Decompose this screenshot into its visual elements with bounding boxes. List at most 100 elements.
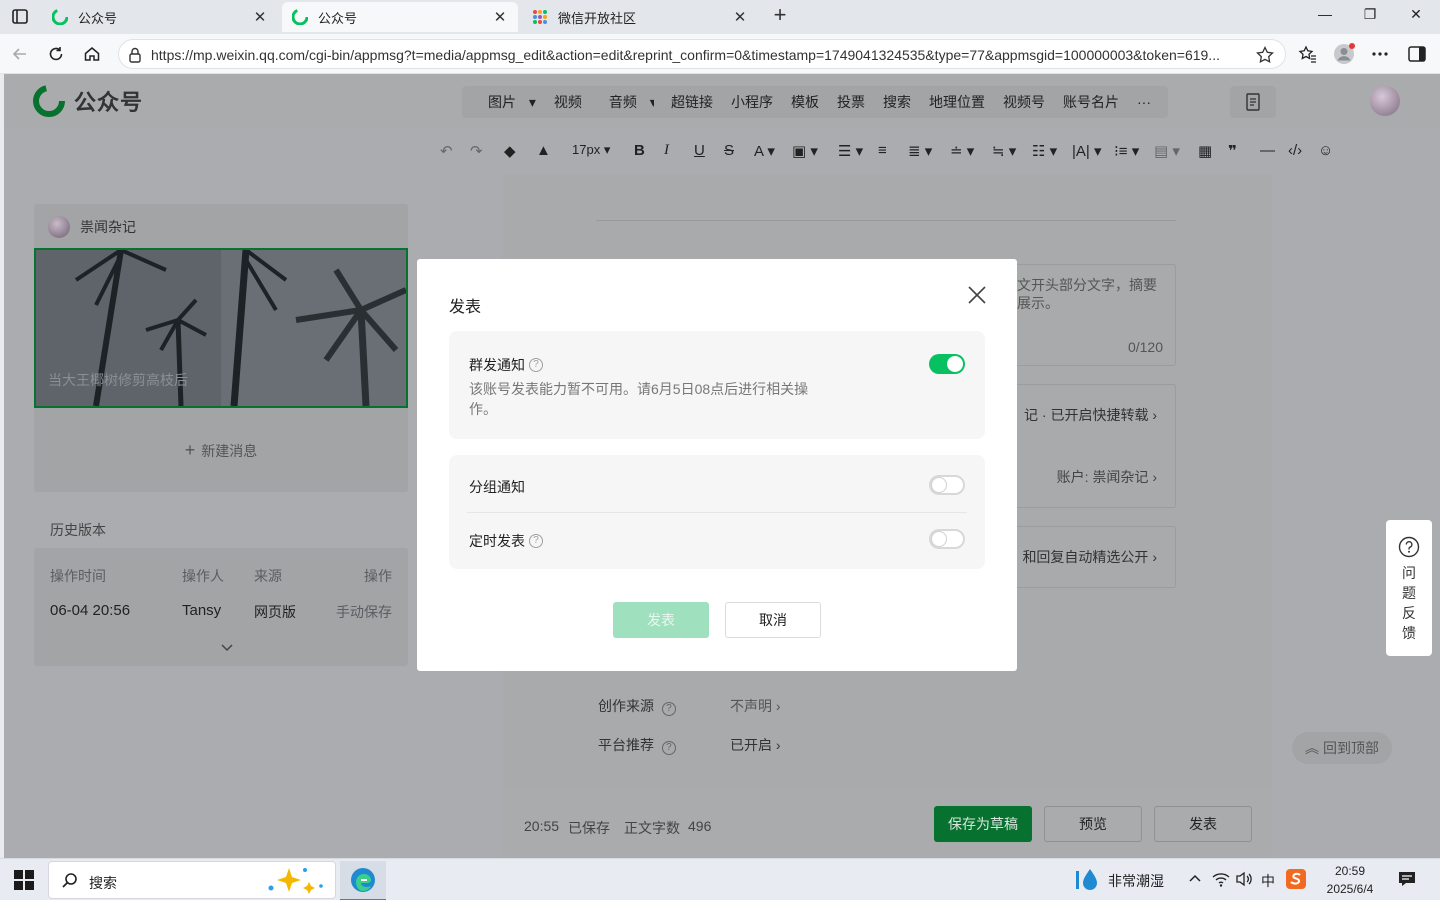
- underline-icon[interactable]: U: [694, 142, 705, 160]
- help-icon[interactable]: ?: [529, 358, 543, 372]
- close-tab-icon[interactable]: ✕: [252, 8, 268, 26]
- taskbar-clock[interactable]: 20:59 2025/6/4: [1318, 862, 1382, 898]
- paragraph-before-icon[interactable]: ≐ ▾: [950, 142, 974, 160]
- font-color-icon[interactable]: A ▾: [754, 142, 775, 160]
- quote-block-icon[interactable]: ▤ ▾: [1154, 142, 1180, 160]
- menu-audio[interactable]: 音频 ▾: [600, 92, 657, 112]
- feedback-char-4: 馈: [1402, 625, 1416, 641]
- menu-video[interactable]: 视频: [554, 92, 582, 112]
- reprint-setting[interactable]: 记 · 已开启快捷转载 ›: [1024, 405, 1157, 425]
- emoji-icon[interactable]: ☺: [1318, 142, 1333, 160]
- menu-hyperlink[interactable]: 超链接: [671, 92, 713, 112]
- article-cover[interactable]: 当大王椰树修剪高枝后: [34, 248, 408, 408]
- wifi-icon[interactable]: [1212, 871, 1230, 890]
- redo-icon[interactable]: ↷: [470, 142, 483, 160]
- dialog-cancel-button[interactable]: 取消: [725, 602, 821, 638]
- comment-setting[interactable]: 和回复自动精选公开 ›: [1022, 547, 1157, 567]
- back-to-top-button[interactable]: ︽ 回到顶部: [1292, 732, 1392, 764]
- edge-taskbar-icon[interactable]: [340, 861, 386, 900]
- align-icon[interactable]: ☰ ▾: [838, 142, 863, 160]
- address-bar[interactable]: https://mp.weixin.qq.com/cgi-bin/appmsg?…: [118, 39, 1286, 69]
- home-icon[interactable]: [80, 42, 104, 66]
- back-icon[interactable]: [8, 42, 32, 66]
- table-icon[interactable]: ▦: [1198, 142, 1212, 160]
- line-height-icon[interactable]: ☷ ▾: [1032, 142, 1057, 160]
- favorite-star-icon[interactable]: [1255, 45, 1275, 65]
- lock-icon[interactable]: [127, 46, 143, 64]
- source-value[interactable]: 不声明 ›: [730, 696, 781, 716]
- group-notify-switch[interactable]: [929, 475, 965, 495]
- restore-icon[interactable]: ❐: [1358, 6, 1382, 26]
- list-icon[interactable]: ⁝≡ ▾: [1114, 142, 1139, 160]
- notification-icon[interactable]: [1398, 870, 1416, 891]
- taskbar-search[interactable]: 搜索: [48, 861, 336, 899]
- mass-notify-switch[interactable]: [929, 354, 965, 374]
- account-setting[interactable]: 账户: 祟闻杂记 ›: [1057, 467, 1157, 487]
- clock-time: 20:59: [1334, 864, 1366, 878]
- windows-start-icon[interactable]: [14, 870, 34, 895]
- scheduled-switch[interactable]: [929, 529, 965, 549]
- volume-icon[interactable]: [1235, 871, 1253, 890]
- menu-channels[interactable]: 视频号: [1003, 92, 1045, 112]
- browser-tab-2[interactable]: 公众号 ✕: [282, 2, 518, 32]
- clock-date: 2025/6/4: [1326, 882, 1374, 896]
- menu-miniprogram[interactable]: 小程序: [731, 92, 773, 112]
- paragraph-after-icon[interactable]: ≒ ▾: [992, 142, 1016, 160]
- tab-actions-icon[interactable]: [8, 6, 32, 28]
- close-window-icon[interactable]: ✕: [1404, 6, 1428, 26]
- letter-spacing-icon[interactable]: |A| ▾: [1072, 142, 1102, 160]
- menu-more[interactable]: ···: [1137, 94, 1151, 110]
- spacing-icon[interactable]: ≣ ▾: [908, 142, 932, 160]
- tray-chevron-icon[interactable]: [1188, 871, 1202, 888]
- user-avatar[interactable]: [1370, 86, 1400, 116]
- background-color-icon[interactable]: ▣ ▾: [792, 142, 818, 160]
- font-size-select[interactable]: 17px ▾: [572, 142, 610, 160]
- strikethrough-icon[interactable]: S: [724, 142, 734, 160]
- undo-icon[interactable]: ↶: [440, 142, 453, 160]
- bold-icon[interactable]: B: [634, 142, 645, 160]
- blockquote-icon[interactable]: ❞: [1228, 142, 1237, 160]
- menu-location[interactable]: 地理位置: [929, 92, 985, 112]
- publish-button[interactable]: 发表: [1154, 806, 1252, 842]
- minimize-icon[interactable]: —: [1313, 6, 1337, 26]
- sogou-ime-icon[interactable]: [1286, 869, 1306, 892]
- menu-account-card[interactable]: 账号名片: [1063, 92, 1119, 112]
- menu-search[interactable]: 搜索: [883, 92, 911, 112]
- clear-format-icon[interactable]: ▲: [536, 142, 551, 160]
- save-draft-button[interactable]: 保存为草稿: [934, 806, 1032, 842]
- refresh-icon[interactable]: [44, 42, 68, 66]
- close-icon[interactable]: [965, 283, 989, 307]
- document-icon: [1246, 93, 1260, 111]
- browser-tab-3[interactable]: 微信开放社区 ✕: [522, 2, 758, 32]
- menu-vote[interactable]: 投票: [837, 92, 865, 112]
- help-icon[interactable]: ?: [529, 534, 543, 548]
- new-message-button[interactable]: + 新建消息: [34, 440, 408, 461]
- close-tab-icon[interactable]: ✕: [492, 8, 508, 26]
- new-tab-icon[interactable]: +: [770, 4, 790, 28]
- more-options-icon[interactable]: [1368, 42, 1392, 66]
- browser-tab-1[interactable]: 公众号 ✕: [42, 2, 278, 32]
- divider-icon[interactable]: —: [1260, 142, 1275, 160]
- favorites-icon[interactable]: [1296, 42, 1320, 66]
- indent-icon[interactable]: ≡: [878, 142, 887, 160]
- feedback-float[interactable]: 问 题 反 馈: [1386, 520, 1432, 656]
- close-tab-icon[interactable]: ✕: [732, 8, 748, 26]
- doc-icon-button[interactable]: [1230, 86, 1276, 118]
- sidebar-toggle-icon[interactable]: [1405, 42, 1429, 66]
- recommend-value[interactable]: 已开启 ›: [730, 735, 781, 755]
- menu-image[interactable]: 图片 ▾: [479, 92, 536, 112]
- code-icon[interactable]: ‹/›: [1288, 142, 1302, 160]
- weather-icon[interactable]: [1074, 867, 1102, 896]
- format-painter-icon[interactable]: ◆: [504, 142, 516, 160]
- italic-icon[interactable]: I: [664, 142, 669, 160]
- preview-button[interactable]: 预览: [1044, 806, 1142, 842]
- dialog-publish-button[interactable]: 发表: [613, 602, 709, 638]
- profile-icon[interactable]: [1332, 42, 1356, 66]
- mp-logo[interactable]: 公众号: [32, 84, 143, 118]
- chevron-down-icon[interactable]: [220, 640, 234, 656]
- ime-indicator[interactable]: 中: [1261, 871, 1275, 891]
- menu-template[interactable]: 模板: [791, 92, 819, 112]
- weather-text[interactable]: 非常潮湿: [1108, 871, 1164, 891]
- title-divider: [596, 220, 1176, 221]
- history-action[interactable]: 手动保存: [336, 602, 392, 622]
